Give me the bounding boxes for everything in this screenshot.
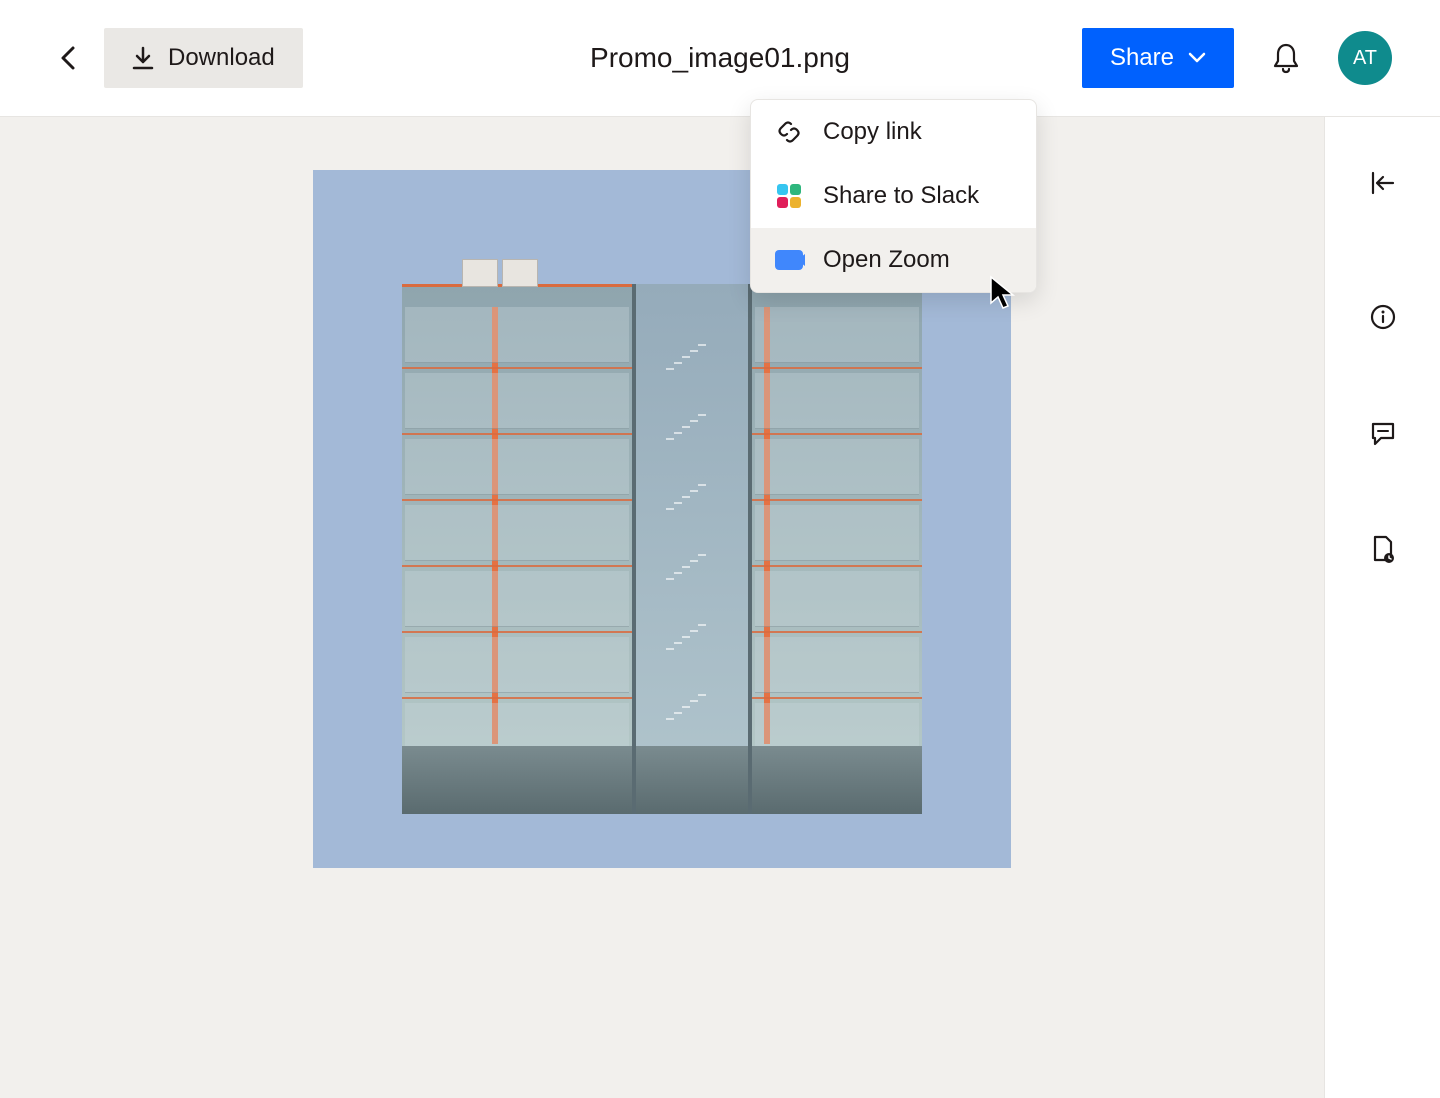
back-button[interactable]: [48, 38, 88, 78]
download-icon: [132, 46, 154, 70]
info-icon: [1369, 303, 1397, 331]
dropdown-item-zoom[interactable]: Open Zoom: [751, 228, 1036, 292]
chevron-left-icon: [59, 44, 77, 72]
building-illustration: [402, 284, 922, 814]
download-button[interactable]: Download: [104, 28, 303, 88]
share-dropdown: Copy link Share to Slack Open Zoom: [750, 99, 1037, 293]
dropdown-item-copy-link[interactable]: Copy link: [751, 100, 1036, 164]
header: Download Promo_image01.png Share AT: [0, 0, 1440, 117]
main: [0, 117, 1440, 1098]
share-button[interactable]: Share: [1082, 28, 1234, 88]
chevron-down-icon: [1188, 52, 1206, 64]
file-activity-icon: [1370, 534, 1396, 564]
link-icon: [775, 118, 803, 146]
dropdown-item-label: Copy link: [823, 118, 922, 146]
header-right: Share AT: [1082, 28, 1392, 88]
comments-button[interactable]: [1361, 411, 1405, 455]
file-title: Promo_image01.png: [590, 42, 850, 74]
dropdown-item-label: Share to Slack: [823, 182, 979, 210]
bell-icon: [1271, 42, 1301, 74]
collapse-panel-button[interactable]: [1361, 161, 1405, 205]
slack-icon: [775, 182, 803, 210]
avatar[interactable]: AT: [1338, 31, 1392, 85]
info-button[interactable]: [1361, 295, 1405, 339]
dropdown-item-slack[interactable]: Share to Slack: [751, 164, 1036, 228]
image-viewer: [0, 117, 1324, 1098]
notifications-button[interactable]: [1266, 38, 1306, 78]
comment-icon: [1369, 420, 1397, 446]
file-activity-button[interactable]: [1361, 527, 1405, 571]
dropdown-item-label: Open Zoom: [823, 246, 950, 274]
side-panel: [1324, 117, 1440, 1098]
download-label: Download: [168, 44, 275, 72]
zoom-icon: [775, 246, 803, 274]
share-label: Share: [1110, 44, 1174, 72]
collapse-icon: [1369, 171, 1397, 195]
